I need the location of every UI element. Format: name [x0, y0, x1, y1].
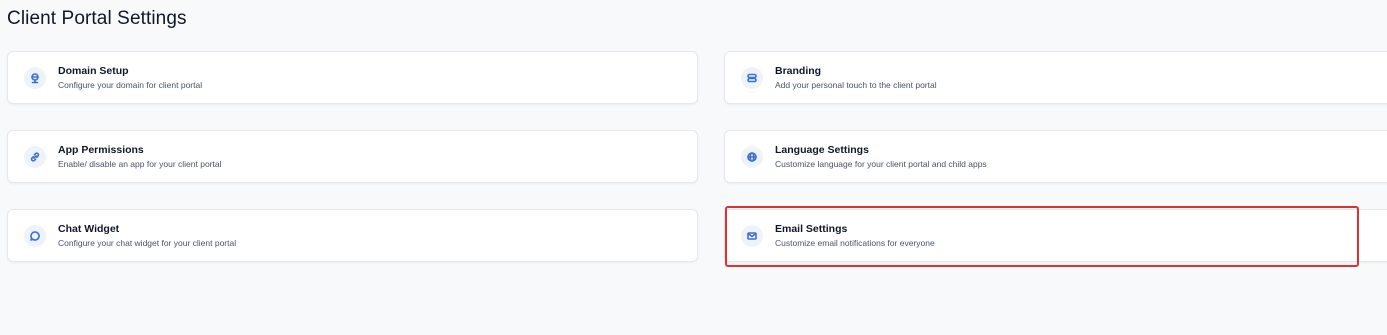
- chat-widget-card[interactable]: Chat Widget Configure your chat widget f…: [7, 209, 698, 262]
- domain-setup-card[interactable]: Domain Setup Configure your domain for c…: [7, 51, 698, 104]
- brush-icon: [741, 66, 763, 89]
- app-permissions-card[interactable]: App Permissions Enable/ disable an app f…: [7, 130, 698, 183]
- card-title: App Permissions: [58, 143, 144, 156]
- card-description: Customize email notifications for everyo…: [775, 237, 935, 248]
- card-title: Language Settings: [775, 143, 869, 156]
- card-description: Enable/ disable an app for your client p…: [58, 158, 222, 169]
- card-description: Add your personal touch to the client po…: [775, 79, 937, 90]
- page-title: Client Portal Settings: [7, 8, 187, 29]
- language-globe-icon: [741, 145, 763, 168]
- mail-icon: [741, 224, 763, 247]
- globe-icon: [24, 66, 46, 89]
- card-title: Chat Widget: [58, 222, 120, 235]
- card-title: Email Settings: [775, 222, 848, 235]
- card-title: Domain Setup: [58, 64, 129, 77]
- card-description: Configure your domain for client portal: [58, 79, 203, 90]
- card-description: Configure your chat widget for your clie…: [58, 237, 237, 248]
- card-title: Branding: [775, 64, 822, 77]
- link-icon: [24, 145, 46, 168]
- language-settings-card[interactable]: Language Settings Customize language for…: [724, 130, 1387, 183]
- chat-bubble-icon: [24, 224, 46, 247]
- branding-card[interactable]: Branding Add your personal touch to the …: [724, 51, 1387, 104]
- card-description: Customize language for your client porta…: [775, 158, 987, 169]
- email-settings-card[interactable]: Email Settings Customize email notificat…: [724, 209, 1387, 262]
